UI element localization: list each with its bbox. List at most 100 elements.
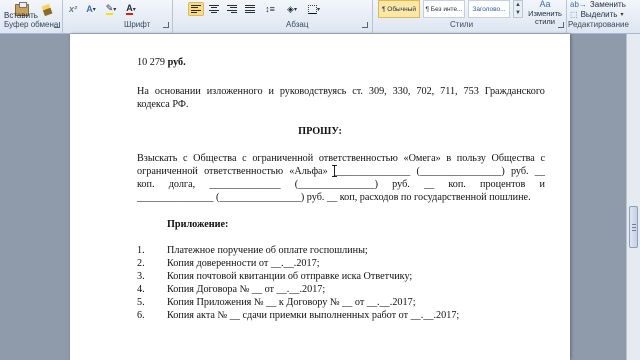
blank-field: __ xyxy=(423,179,435,190)
styles-group-label: Стили xyxy=(450,20,474,29)
group-divider xyxy=(566,0,567,34)
editing-group-label: Редактирование xyxy=(568,20,629,29)
word: и xyxy=(539,179,545,190)
document-page[interactable]: 10 279 руб. На основании изложенного и р… xyxy=(70,34,570,360)
word: руб. xyxy=(392,179,410,190)
word: с xyxy=(242,153,247,164)
style-normal[interactable]: ¶ Обычный xyxy=(378,0,420,18)
highlighter-icon: ✎ xyxy=(105,2,114,15)
word: процентов xyxy=(480,179,526,190)
request-line-2: ограниченной ответственностью «Альфа» __… xyxy=(137,166,545,177)
word: ограниченной xyxy=(252,153,314,164)
word: 330, xyxy=(392,86,411,97)
request-heading: ПРОШУ: xyxy=(298,126,342,137)
grip-icon xyxy=(632,224,636,225)
line-spacing-icon: ↕≡ xyxy=(265,4,275,14)
clipboard-dialog-launcher-icon[interactable] xyxy=(54,22,60,28)
list-item-number: 5. xyxy=(137,297,145,308)
list-item: Платежное поручение об оплате госпошлины… xyxy=(167,245,368,256)
word: ограниченной xyxy=(137,166,198,177)
format-painter-button[interactable] xyxy=(40,3,54,17)
align-left-button[interactable] xyxy=(188,2,204,16)
basis-line-1: На основании изложенного и руководствуяс… xyxy=(137,86,545,97)
change-styles-icon: Aa xyxy=(539,0,551,9)
text-effects-button[interactable]: A ▾ xyxy=(84,2,98,16)
styles-gallery-scroll[interactable]: ▲ ▼ xyxy=(513,0,523,18)
word: коп. xyxy=(137,179,155,190)
text-effect-button[interactable]: x² xyxy=(66,2,80,16)
word: и xyxy=(268,86,274,97)
chevron-down-icon: ▼ xyxy=(515,10,521,16)
scrollbar-thumb[interactable] xyxy=(629,206,638,248)
group-divider xyxy=(62,0,63,34)
borders-button[interactable]: ▾ xyxy=(306,2,322,16)
select-icon: ⬚ xyxy=(570,10,578,19)
select-label: Выделить xyxy=(580,10,618,19)
word: руководствуясь xyxy=(279,86,347,97)
chevron-up-icon: ▲ xyxy=(515,2,521,8)
chevron-down-icon: ▾ xyxy=(620,12,624,18)
paragraph-dialog-launcher-icon[interactable] xyxy=(362,22,368,28)
blank-field: (________________) xyxy=(416,166,505,177)
list-item-number: 2. xyxy=(137,258,145,269)
basis-line-2: кодекса РФ. xyxy=(137,99,189,110)
word: долга, xyxy=(168,179,196,190)
justify-button[interactable] xyxy=(242,2,258,16)
attachments-title: Приложение: xyxy=(167,219,229,230)
amount-number: 10 279 xyxy=(137,57,166,68)
align-right-button[interactable] xyxy=(224,2,240,16)
list-item: Копия акта № __ сдачи приемки выполненны… xyxy=(167,310,460,321)
word: с xyxy=(182,153,188,164)
list-item-number: 3. xyxy=(137,271,145,282)
word: 753 xyxy=(463,86,479,97)
styles-dialog-launcher-icon[interactable] xyxy=(558,22,564,28)
word: ответственностью xyxy=(318,153,398,164)
replace-button[interactable]: ab→ Заменить xyxy=(570,0,626,9)
blank-field: __ xyxy=(534,166,545,177)
font-color-button[interactable]: A ▾ xyxy=(124,2,138,16)
list-item-number: 1. xyxy=(137,245,145,256)
word: «Альфа» xyxy=(289,166,328,177)
border-icon xyxy=(307,4,317,14)
word: ответственностью xyxy=(204,166,284,177)
align-right-icon xyxy=(227,5,237,13)
word: руб. xyxy=(510,166,529,177)
highlight-button[interactable]: ✎ ▾ xyxy=(104,2,118,16)
grip-icon xyxy=(632,230,636,231)
word: Общества xyxy=(491,153,535,164)
style-heading[interactable]: Заголово... xyxy=(468,0,510,18)
vertical-scrollbar[interactable] xyxy=(626,34,640,360)
word: основании xyxy=(154,86,201,97)
clipboard-group-label: Буфер обмена xyxy=(4,20,59,29)
align-center-button[interactable] xyxy=(206,2,222,16)
line-spacing-button[interactable]: ↕≡ xyxy=(262,2,278,16)
blank-field: _______________ xyxy=(333,166,411,177)
style-normal-label: ¶ Обычный xyxy=(381,5,417,13)
word: Взыскать xyxy=(137,153,178,164)
blank-field: (_______________) xyxy=(294,179,378,190)
word: коп. xyxy=(448,179,466,190)
request-line-1: Взыскать с Общества с ограниченной ответ… xyxy=(137,153,545,164)
paste-label: Вставить xyxy=(4,11,38,20)
replace-icon: ab→ xyxy=(570,0,587,9)
group-divider xyxy=(172,0,173,34)
replace-label: Заменить xyxy=(589,0,626,9)
request-line-4: _______________ (________________) руб. … xyxy=(137,192,531,203)
list-item: Копия Договора № __ от __.__.2017; xyxy=(167,284,326,295)
word: На xyxy=(137,86,149,97)
word: 702, xyxy=(416,86,435,97)
amount-line: 10 279 руб. xyxy=(137,57,186,68)
shading-button[interactable]: ◈ ▾ xyxy=(284,2,300,16)
list-item-number: 6. xyxy=(137,310,145,321)
request-line-3: коп. долга, ______________ (____________… xyxy=(137,179,545,190)
list-item: Копия Приложения № __ к Договору № __ от… xyxy=(167,297,416,308)
select-button[interactable]: ⬚ Выделить ▾ xyxy=(570,10,623,19)
paragraph-group-label: Абзац xyxy=(286,20,309,29)
chevron-down-icon: ▾ xyxy=(293,6,297,13)
font-dialog-launcher-icon[interactable] xyxy=(163,22,169,28)
style-no-spacing[interactable]: ¶ Без инте... xyxy=(423,0,465,18)
word: в xyxy=(446,153,452,164)
group-divider xyxy=(372,0,373,34)
align-left-icon xyxy=(191,5,201,13)
justify-icon xyxy=(245,5,255,13)
